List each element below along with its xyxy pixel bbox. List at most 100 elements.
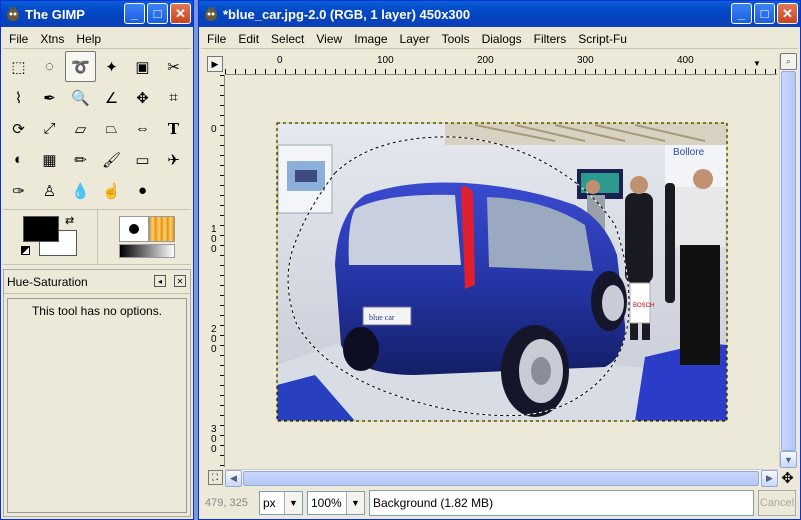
image-window: *blue_car.jpg-2.0 (RGB, 1 layer) 450x300… xyxy=(198,0,801,520)
dock-menu-icon[interactable]: ◂ xyxy=(154,275,166,287)
maximize-button[interactable]: □ xyxy=(147,3,168,24)
menu-layer[interactable]: Layer xyxy=(394,32,436,46)
menu-filters[interactable]: Filters xyxy=(528,32,573,46)
pencil-icon[interactable]: ✏ xyxy=(65,144,96,175)
horizontal-scroll-thumb[interactable] xyxy=(243,471,759,486)
horizontal-scrollbar[interactable]: ◀ ▶ xyxy=(225,469,779,487)
ruler-label: 300 xyxy=(211,424,217,455)
blur-icon[interactable]: 💧 xyxy=(65,175,96,206)
dock-message: This tool has no options. xyxy=(31,304,163,318)
scroll-left-button[interactable]: ◀ xyxy=(225,470,242,487)
menu-file[interactable]: File xyxy=(201,32,232,46)
foreground-color-swatch[interactable] xyxy=(23,216,59,242)
menu-arrow-icon: ▶ xyxy=(207,56,223,72)
ink-icon[interactable]: ✑ xyxy=(3,175,34,206)
menu-tools[interactable]: Tools xyxy=(436,32,476,46)
swap-colors-icon[interactable]: ⇄ xyxy=(65,214,74,227)
menu-image[interactable]: Image xyxy=(348,32,393,46)
pattern-preview[interactable] xyxy=(149,216,175,242)
magnify-icon[interactable]: 🔍 xyxy=(65,82,96,113)
dock-title: Hue-Saturation xyxy=(7,274,88,289)
move-icon[interactable]: ✥ xyxy=(127,82,158,113)
cancel-button[interactable]: Cancel xyxy=(758,490,796,516)
image-titlebar[interactable]: *blue_car.jpg-2.0 (RGB, 1 layer) 450x300… xyxy=(199,1,800,27)
menu-file[interactable]: File xyxy=(3,32,34,46)
tool-grid: ⬚ ◌ ➰ ✦ ▣ ✂ ⌇ ✒ 🔍 ∠ ✥ ⌗ ⟳ ⤢ ▱ ⏢ ⇔ T ◐ ▦ ✏ 🖌 ▭ ✈ ✑ ♙ 💧 ☝ ● xyxy=(3,51,191,206)
dodge-burn-icon[interactable]: ● xyxy=(127,175,158,206)
maximize-button[interactable]: □ xyxy=(754,3,775,24)
menu-dialogs[interactable]: Dialogs xyxy=(476,32,528,46)
rect-select-icon[interactable]: ⬚ xyxy=(3,51,34,82)
menu-help[interactable]: Help xyxy=(70,32,107,46)
close-button[interactable]: ✕ xyxy=(777,3,798,24)
chevron-down-icon: ▼ xyxy=(284,492,302,514)
paintbrush-icon[interactable]: 🖌 xyxy=(96,144,127,175)
ruler-label: 100 xyxy=(377,55,394,66)
zoom-select[interactable]: 100% ▼ xyxy=(307,491,365,515)
blend-icon[interactable]: ▦ xyxy=(34,144,65,175)
default-colors-icon[interactable] xyxy=(21,246,30,255)
toolbox-title: The GIMP xyxy=(25,6,85,22)
gimp-logo-icon xyxy=(203,6,219,22)
lasso-icon[interactable]: ➰ xyxy=(65,51,96,82)
clone-icon[interactable]: ♙ xyxy=(34,175,65,206)
minimize-button[interactable]: _ xyxy=(124,3,145,24)
ruler-label: 300 xyxy=(577,55,594,66)
rotate-icon[interactable]: ⟳ xyxy=(3,113,34,144)
ruler-label: 200 xyxy=(477,55,494,66)
vertical-scrollbar[interactable]: ⌕ ▼ xyxy=(779,53,797,468)
airbrush-icon[interactable]: ✈ xyxy=(158,144,189,175)
scroll-right-button[interactable]: ▶ xyxy=(761,470,778,487)
svg-text:BOSCH: BOSCH xyxy=(633,303,654,309)
image-canvas[interactable]: Bollore BOSCH blue car xyxy=(225,75,779,467)
gradient-preview[interactable] xyxy=(119,244,175,258)
bucket-fill-icon[interactable]: ◐ xyxy=(3,144,34,175)
scroll-down-button[interactable]: ▼ xyxy=(780,451,797,468)
paths-icon[interactable]: ⌇ xyxy=(3,82,34,113)
unit-select[interactable]: px ▼ xyxy=(259,491,303,515)
zoom-fit-icon: ⛶ xyxy=(207,470,223,485)
measure-icon[interactable]: ∠ xyxy=(96,82,127,113)
menu-xtns[interactable]: Xtns xyxy=(34,32,70,46)
image-menubar: File Edit Select View Image Layer Tools … xyxy=(201,29,798,49)
perspective-icon[interactable]: ⏢ xyxy=(96,113,127,144)
eraser-icon[interactable]: ▭ xyxy=(127,144,158,175)
image-title: *blue_car.jpg-2.0 (RGB, 1 layer) 450x300 xyxy=(223,6,471,22)
menu-edit[interactable]: Edit xyxy=(232,32,265,46)
dock-close-icon[interactable]: ✕ xyxy=(174,275,186,287)
flip-icon[interactable]: ⇔ xyxy=(127,113,158,144)
toolbox-titlebar[interactable]: The GIMP _ □ ✕ xyxy=(1,1,193,27)
scissors-icon[interactable]: ✂ xyxy=(158,51,189,82)
vertical-scroll-thumb[interactable] xyxy=(781,71,796,451)
brush-preview[interactable] xyxy=(119,216,149,242)
gimp-logo-icon xyxy=(5,6,21,22)
ellipse-select-icon[interactable]: ◌ xyxy=(34,51,65,82)
navigate-icon[interactable]: ✥ xyxy=(779,469,796,487)
vertical-ruler[interactable]: 0 100 200 300 xyxy=(205,75,225,467)
crop-icon[interactable]: ⌗ xyxy=(158,82,189,113)
shear-icon[interactable]: ▱ xyxy=(65,113,96,144)
menu-select[interactable]: Select xyxy=(265,32,310,46)
minimize-button[interactable]: _ xyxy=(731,3,752,24)
status-bar: 479, 325 px ▼ 100% ▼ Background (1.82 MB… xyxy=(199,487,800,519)
ruler-label: 0 xyxy=(277,55,283,66)
svg-text:Bollore: Bollore xyxy=(673,147,705,158)
image-menu-button[interactable]: ▶ xyxy=(205,53,225,75)
color-area: ⇄ xyxy=(3,209,191,265)
menu-script-fu[interactable]: Script-Fu xyxy=(572,32,633,46)
close-button[interactable]: ✕ xyxy=(170,3,191,24)
quickmask-toggle-icon[interactable]: ⌕ xyxy=(780,53,797,70)
ruler-label: 0 xyxy=(211,124,217,135)
color-picker-icon[interactable]: ✒ xyxy=(34,82,65,113)
ruler-label: 200 xyxy=(211,324,217,355)
zoom-fit-button[interactable]: ⛶ xyxy=(205,469,225,486)
text-icon[interactable]: T xyxy=(158,113,189,144)
scale-icon[interactable]: ⤢ xyxy=(34,113,65,144)
ruler-label: 400 xyxy=(677,55,694,66)
horizontal-ruler[interactable]: 0 100 200 300 400 ▼ xyxy=(225,53,777,75)
fuzzy-select-icon[interactable]: ✦ xyxy=(96,51,127,82)
blue-car-photo[interactable]: Bollore BOSCH blue car xyxy=(225,75,779,467)
menu-view[interactable]: View xyxy=(310,32,348,46)
smudge-icon[interactable]: ☝ xyxy=(96,175,127,206)
select-by-color-icon[interactable]: ▣ xyxy=(127,51,158,82)
